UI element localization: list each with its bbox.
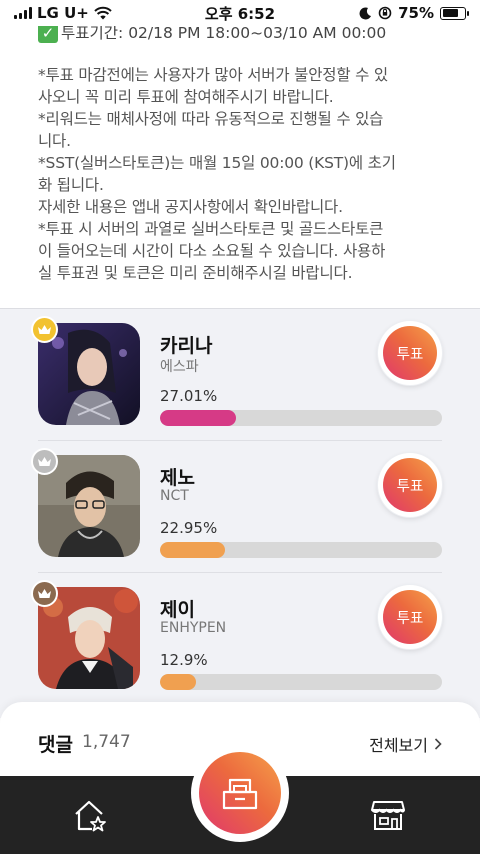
battery-percent: 75% bbox=[398, 4, 434, 22]
candidate-group: NCT bbox=[160, 488, 189, 504]
vote-button[interactable]: 투표 bbox=[378, 321, 442, 385]
crown-icon bbox=[38, 589, 51, 598]
candidate-row[interactable]: 제노 NCT 22.95% 투표 bbox=[31, 441, 442, 573]
vote-percent: 22.95% bbox=[160, 519, 218, 537]
candidate-group: 에스파 bbox=[160, 359, 199, 375]
vote-progress-fill bbox=[160, 674, 197, 690]
home-star-icon bbox=[75, 800, 106, 832]
candidate-name: 제노 bbox=[160, 467, 195, 489]
vote-button-label: 투표 bbox=[383, 458, 437, 512]
nav-store-button[interactable] bbox=[370, 798, 406, 836]
crown-icon bbox=[38, 457, 51, 466]
candidate-group: ENHYPEN bbox=[160, 620, 227, 636]
vote-progress-fill bbox=[160, 410, 237, 426]
notice-text: *투표 마감전에는 사용자가 많아 서버가 불안정할 수 있 사오니 꼭 미리 … bbox=[38, 66, 396, 282]
chevron-right-icon bbox=[434, 738, 442, 750]
battery-icon bbox=[440, 6, 469, 20]
vote-percent: 12.9% bbox=[160, 651, 208, 669]
vote-button-label: 투표 bbox=[383, 326, 437, 380]
vote-button[interactable]: 투표 bbox=[378, 585, 442, 649]
crown-badge bbox=[31, 448, 58, 475]
signal-icon bbox=[14, 7, 32, 19]
candidate-name: 카리나 bbox=[160, 335, 213, 357]
vote-percent: 27.01% bbox=[160, 387, 218, 405]
comments-title: 댓글 bbox=[38, 734, 73, 756]
vote-notice: ✓ 투표기간: 02/18 PM 18:00~03/10 AM 00:00 *투… bbox=[38, 22, 458, 284]
candidate-name: 제이 bbox=[160, 599, 195, 621]
crown-icon bbox=[38, 325, 51, 334]
vote-progress-bar bbox=[160, 410, 442, 426]
wifi-icon bbox=[94, 6, 112, 20]
view-all-comments-link[interactable]: 전체보기 bbox=[369, 732, 442, 756]
candidate-row[interactable]: 제이 ENHYPEN 12.9% 투표 bbox=[31, 573, 442, 705]
store-icon bbox=[371, 801, 405, 830]
nav-home-button[interactable] bbox=[70, 798, 110, 838]
vote-button[interactable]: 투표 bbox=[378, 453, 442, 517]
view-all-label: 전체보기 bbox=[369, 736, 428, 755]
vote-progress-fill bbox=[160, 542, 225, 558]
check-icon: ✓ bbox=[38, 23, 58, 43]
vote-center-button[interactable] bbox=[191, 744, 289, 842]
candidate-row[interactable]: 카리나 에스파 27.01% 투표 bbox=[31, 309, 442, 441]
vote-progress-bar bbox=[160, 542, 442, 558]
rotation-lock-icon bbox=[378, 6, 392, 20]
status-bar: LG U+ 오후 6:52 75% bbox=[0, 0, 480, 26]
vote-progress-bar bbox=[160, 674, 442, 690]
vote-button-label: 투표 bbox=[383, 590, 437, 644]
candidate-list[interactable]: 카리나 에스파 27.01% 투표 제노 NCT 22.95% 투표 제이 EN… bbox=[0, 308, 480, 718]
crown-badge bbox=[31, 316, 58, 343]
clock: 오후 6:52 bbox=[204, 4, 276, 23]
moon-icon bbox=[359, 6, 372, 19]
ballot-box-icon bbox=[222, 778, 258, 810]
crown-badge bbox=[31, 580, 58, 607]
comments-count: 1,747 bbox=[82, 732, 131, 752]
carrier-label: LG U+ bbox=[37, 4, 89, 22]
